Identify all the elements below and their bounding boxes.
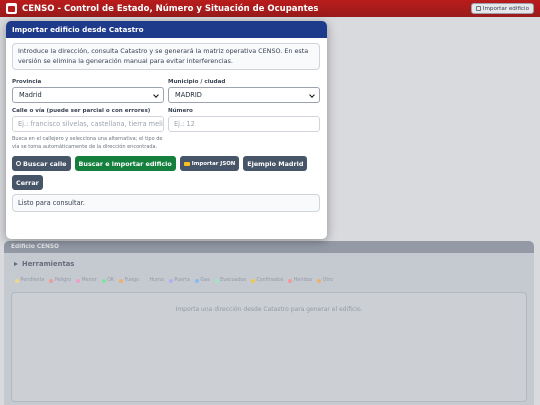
municipality-select[interactable]: MADRID bbox=[168, 87, 320, 103]
building-icon bbox=[475, 6, 481, 11]
chevron-down-icon bbox=[153, 92, 159, 98]
close-label: Cerrar bbox=[16, 178, 39, 187]
search-import-button[interactable]: Buscar e importar edificio bbox=[74, 156, 176, 171]
import-json-label: Importar JSON bbox=[191, 160, 236, 167]
app-header: CENSO - Control de Estado, Número y Situ… bbox=[0, 0, 540, 17]
app-title: CENSO - Control de Estado, Número y Situ… bbox=[22, 3, 319, 14]
search-street-label: Buscar calle bbox=[23, 159, 67, 168]
folder-icon bbox=[183, 161, 190, 166]
app-logo-icon bbox=[6, 3, 17, 14]
province-select[interactable]: Madrid bbox=[12, 87, 164, 103]
number-input[interactable]: Ej.: 12 bbox=[168, 116, 320, 132]
example-madrid-label: Ejemplo Madrid bbox=[247, 159, 304, 168]
number-label: Número bbox=[168, 108, 193, 114]
import-building-label: Importar edificio bbox=[482, 5, 529, 12]
search-import-label: Buscar e importar edificio bbox=[78, 159, 172, 168]
chevron-down-icon bbox=[309, 92, 315, 98]
street-hint: Busca en el callejero y selecciona una a… bbox=[12, 136, 163, 150]
import-modal: Importar edificio desde Catastro Introdu… bbox=[6, 21, 327, 239]
province-label: Provincia bbox=[12, 79, 42, 85]
close-button[interactable]: Cerrar bbox=[12, 175, 43, 190]
modal-title: Importar edificio desde Catastro bbox=[6, 21, 327, 38]
street-input[interactable]: Ej.: francisco silvelas, castellana, tie… bbox=[12, 116, 164, 132]
import-building-button[interactable]: Importar edificio bbox=[470, 3, 534, 14]
status-message: Listo para consultar. bbox=[12, 194, 320, 212]
province-value: Madrid bbox=[19, 91, 42, 99]
search-icon bbox=[16, 161, 21, 166]
street-label: Calle o vía (puede ser parcial o con err… bbox=[12, 108, 151, 114]
import-json-button[interactable]: Importar JSON bbox=[179, 156, 240, 171]
municipality-value: MADRID bbox=[175, 91, 202, 99]
municipality-label: Municipio / ciudad bbox=[168, 79, 226, 85]
info-message: Introduce la dirección, consulta Catastr… bbox=[12, 43, 320, 70]
example-madrid-button[interactable]: Ejemplo Madrid bbox=[243, 156, 308, 171]
search-street-button[interactable]: Buscar calle bbox=[12, 156, 71, 171]
